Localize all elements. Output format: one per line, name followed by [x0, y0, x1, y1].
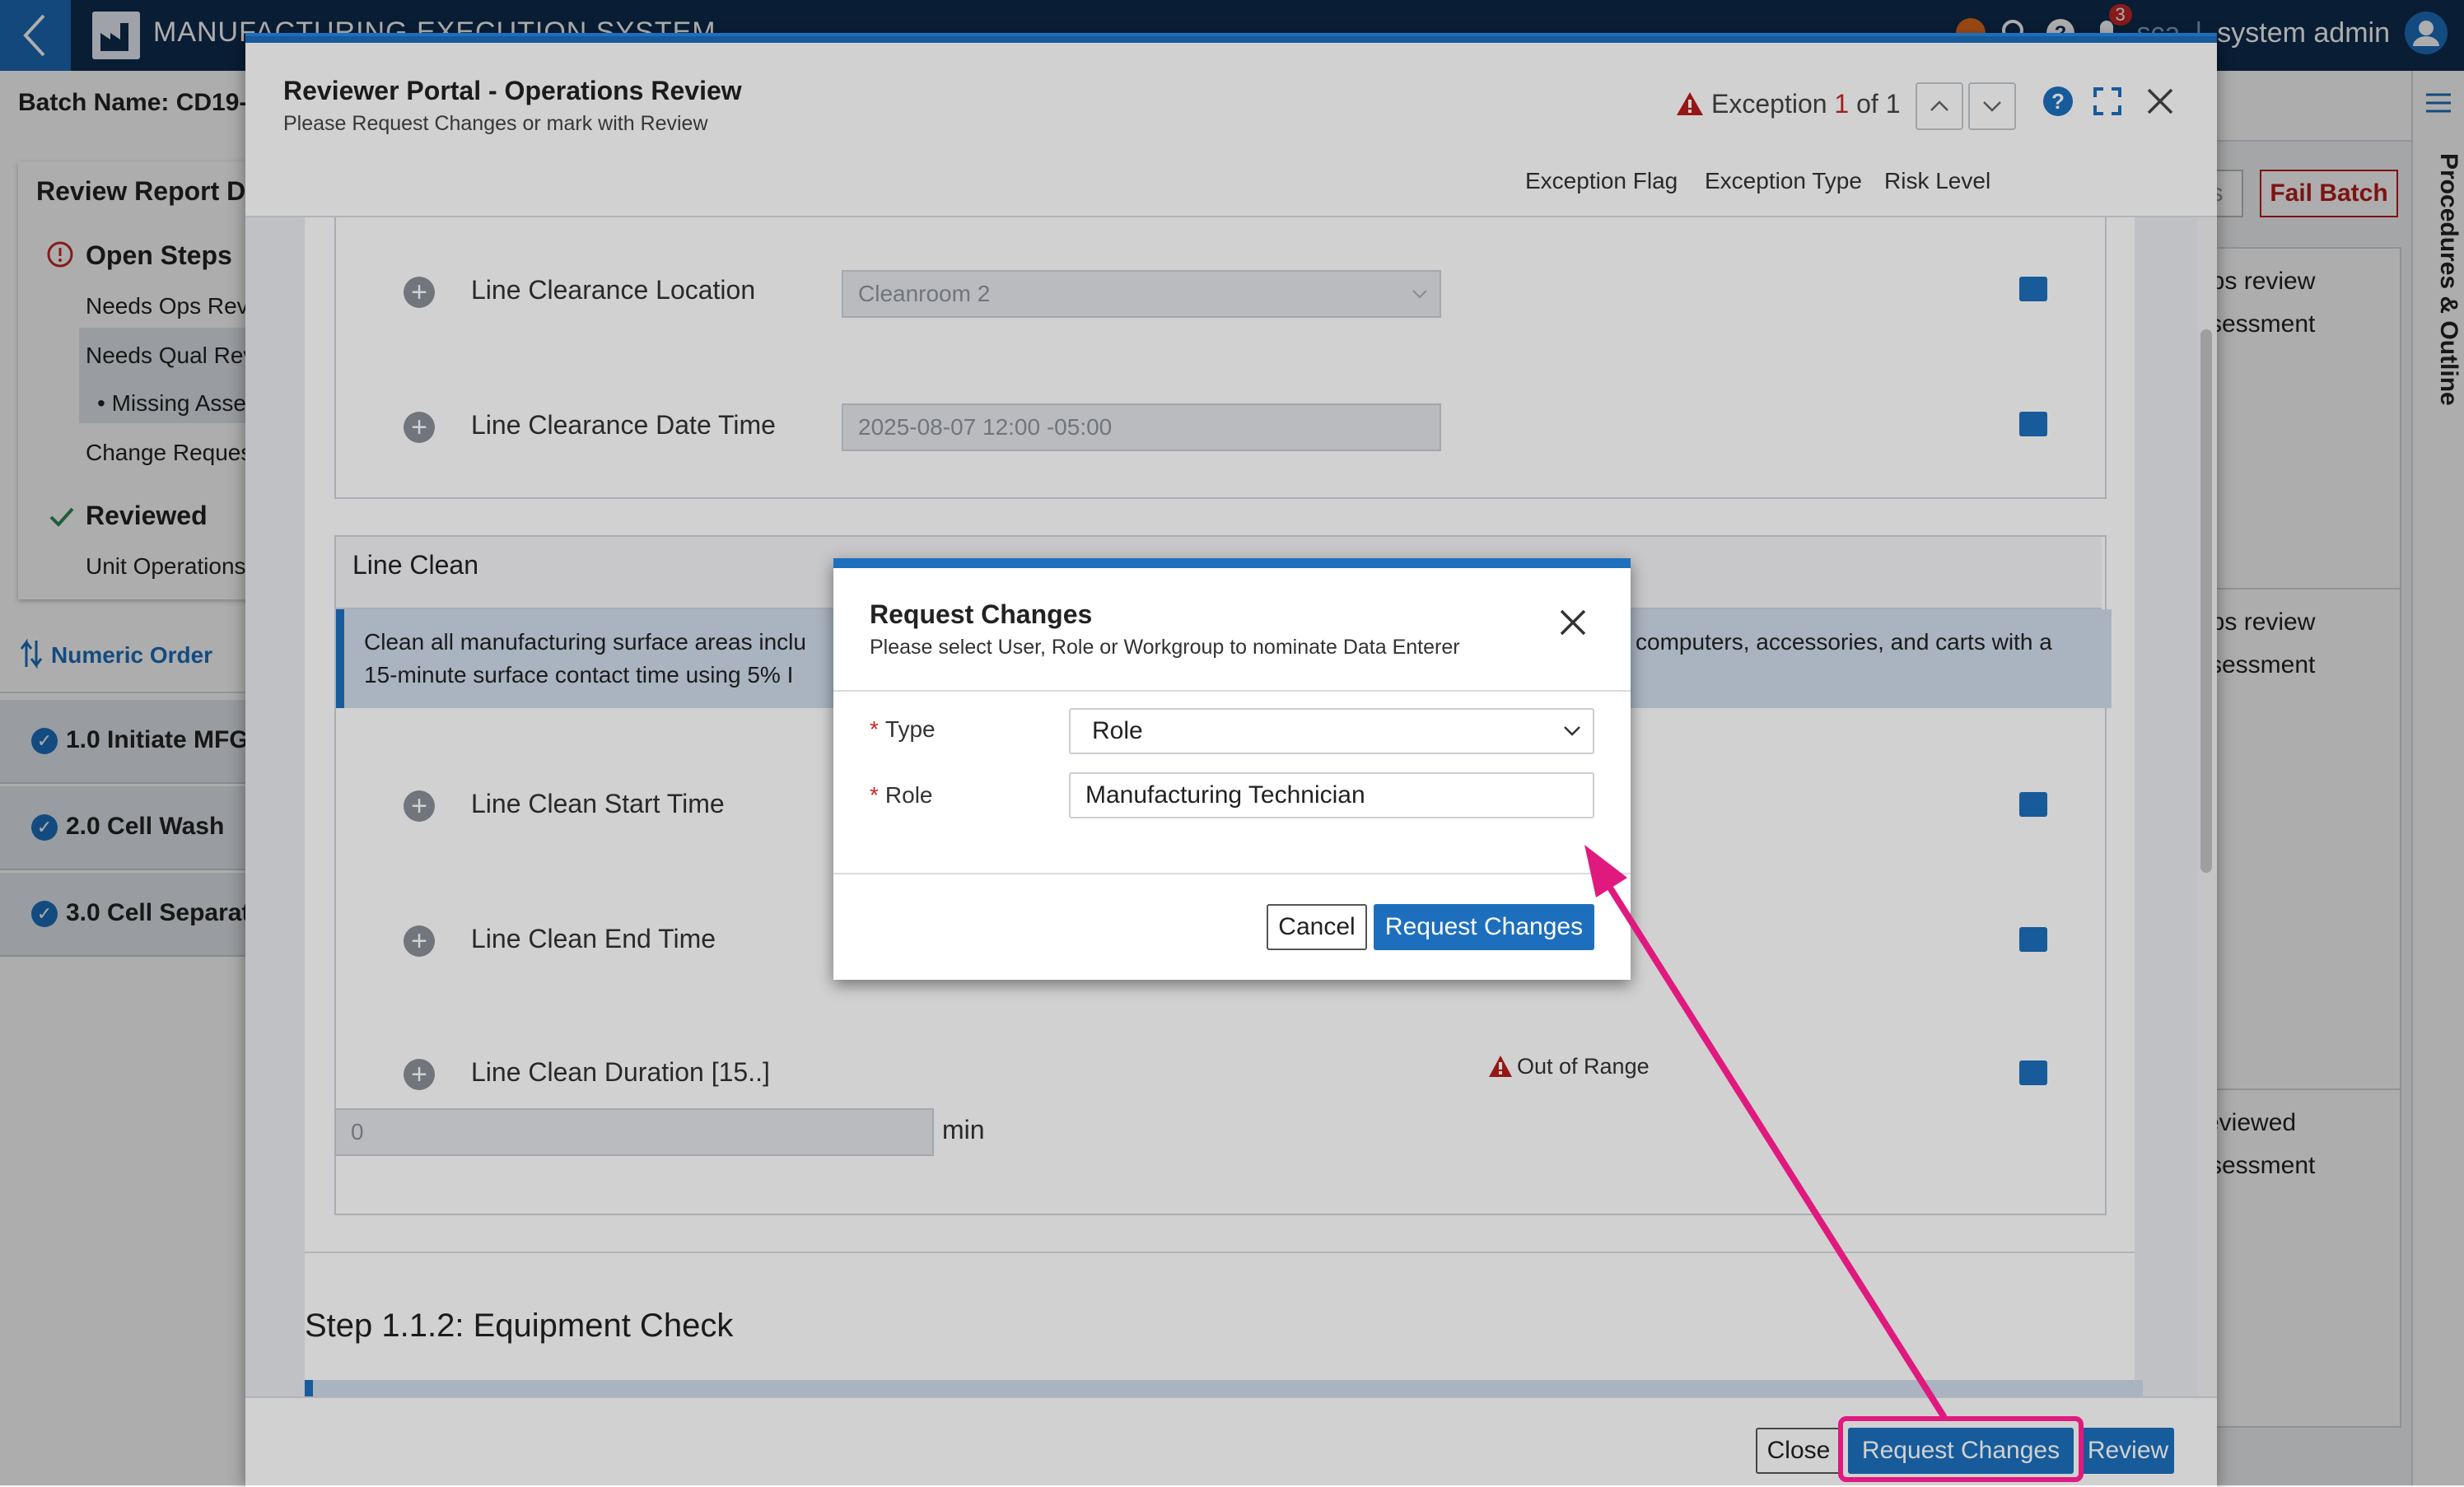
chevron-down-icon [1564, 726, 1580, 736]
dialog-divider [833, 690, 1631, 692]
dialog-title: Request Changes [870, 599, 1093, 629]
type-label: * Type [870, 716, 936, 742]
dialog-divider [833, 873, 1631, 874]
dialog-accent-bar [833, 558, 1631, 568]
dialog-subtitle: Please select User, Role or Workgroup to… [870, 636, 1460, 659]
cancel-button[interactable]: Cancel [1267, 904, 1367, 950]
role-input[interactable]: Manufacturing Technician [1069, 772, 1594, 818]
dialog-request-changes-button[interactable]: Request Changes [1374, 904, 1594, 950]
type-select[interactable]: Role [1069, 708, 1594, 754]
annotation-arrow [1584, 845, 1947, 1419]
close-icon[interactable] [1556, 606, 1589, 639]
role-label: * Role [870, 782, 933, 808]
